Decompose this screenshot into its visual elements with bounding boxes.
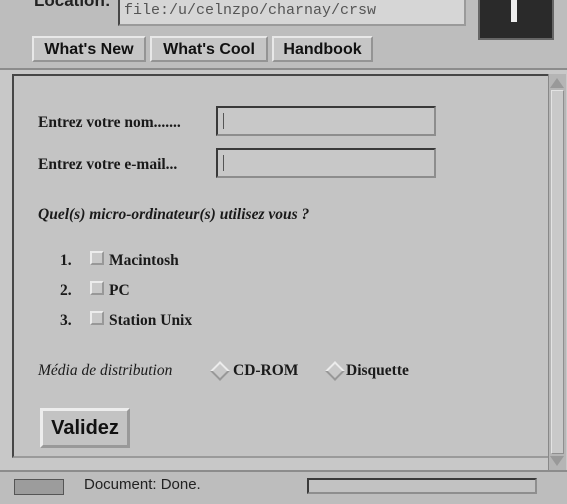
email-input[interactable]: [216, 148, 436, 178]
location-label: Location:: [34, 0, 111, 10]
security-key-icon: [14, 479, 64, 495]
name-input[interactable]: [216, 106, 436, 136]
scroll-down-icon[interactable]: [550, 456, 564, 466]
whats-new-button[interactable]: What's New: [32, 36, 146, 62]
netscape-logo-icon[interactable]: [478, 0, 554, 40]
email-label: Entrez votre e-mail...: [38, 156, 178, 173]
submit-button[interactable]: Validez: [40, 408, 130, 448]
location-input[interactable]: file:/u/celnzpo/charnay/crsw: [118, 0, 466, 26]
text-cursor-icon: [223, 155, 224, 171]
handbook-button[interactable]: Handbook: [272, 36, 373, 62]
media-label: Média de distribution: [38, 362, 173, 379]
macintosh-label: Macintosh: [109, 252, 179, 269]
scroll-thumb[interactable]: [551, 90, 564, 454]
macintosh-checkbox[interactable]: [90, 251, 104, 265]
whats-cool-button[interactable]: What's Cool: [150, 36, 268, 62]
status-bar: Document: Done.: [0, 470, 567, 504]
pc-checkbox[interactable]: [90, 281, 104, 295]
status-text: Document: Done.: [84, 476, 201, 493]
cd-rom-label: CD-ROM: [233, 362, 299, 379]
progress-bar: [307, 478, 537, 494]
browser-toolbar: Location: file:/u/celnzpo/charnay/crsw W…: [0, 0, 567, 70]
vertical-scrollbar[interactable]: [548, 74, 566, 470]
option-number-1: 1.: [60, 252, 72, 269]
text-cursor-icon: [223, 113, 224, 129]
option-number-2: 2.: [60, 282, 72, 299]
scroll-up-icon[interactable]: [550, 78, 564, 88]
station-unix-checkbox[interactable]: [90, 311, 104, 325]
option-number-3: 3.: [60, 312, 72, 329]
computer-question: Quel(s) micro-ordinateur(s) utilisez vou…: [38, 206, 310, 223]
disquette-label: Disquette: [346, 362, 409, 379]
pc-label: PC: [109, 282, 130, 299]
station-unix-label: Station Unix: [109, 312, 193, 329]
name-label: Entrez votre nom.......: [38, 114, 181, 131]
